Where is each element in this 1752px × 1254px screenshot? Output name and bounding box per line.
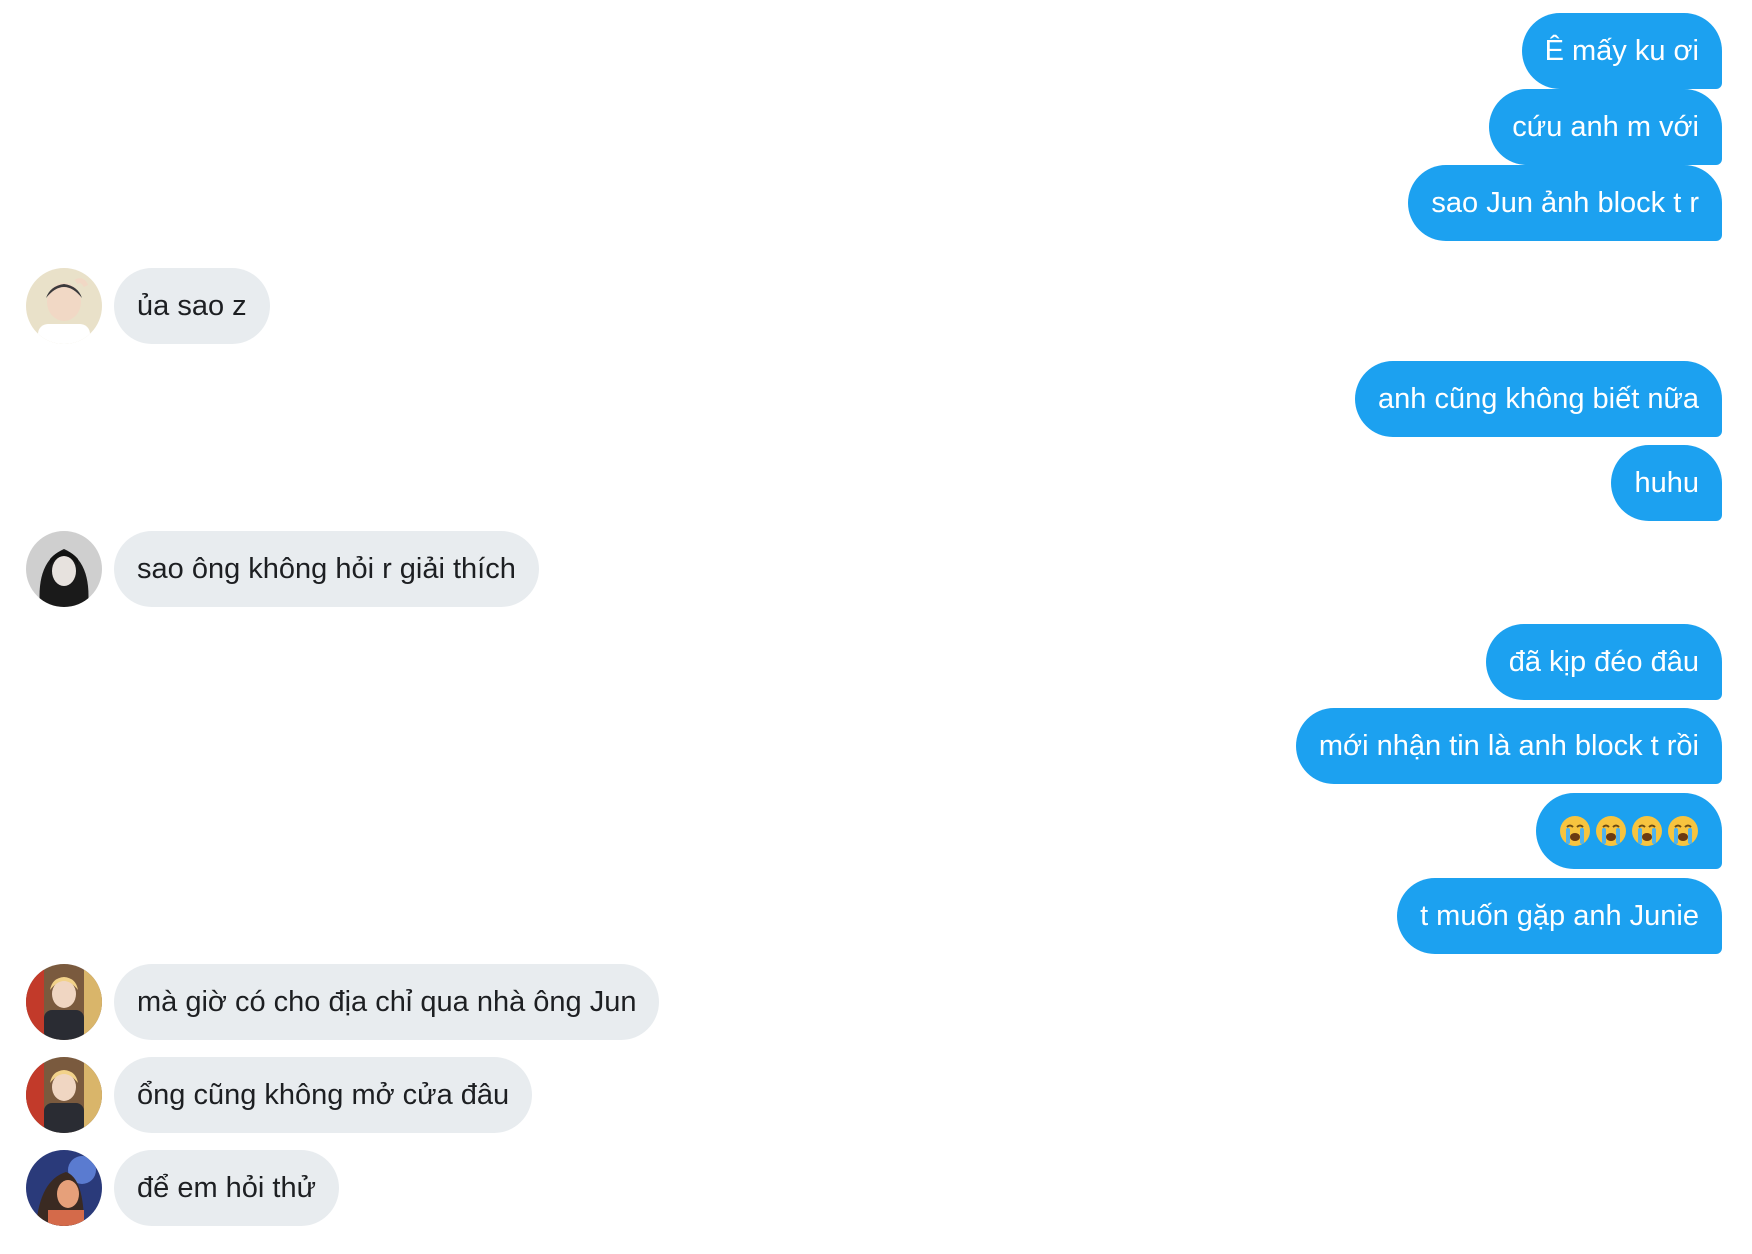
message-bubble: Ê mấy ku ơi bbox=[1521, 13, 1722, 89]
chat-thread: Ê mấy ku ơi cứu anh m với sao Jun ảnh bl… bbox=[0, 0, 1752, 1254]
outgoing-message[interactable]: 😭😭😭😭 bbox=[1536, 793, 1722, 869]
message-bubble: đã kịp đéo đâu bbox=[1485, 624, 1722, 700]
message-bubble: sao Jun ảnh block t r bbox=[1408, 165, 1722, 241]
message-bubble: t muốn gặp anh Junie bbox=[1397, 878, 1722, 954]
message-bubble: ổng cũng không mở cửa đâu bbox=[114, 1057, 533, 1133]
message-bubble: mới nhận tin là anh block t rồi bbox=[1295, 708, 1722, 784]
message-bubble: ủa sao z bbox=[114, 268, 270, 344]
outgoing-message[interactable]: cứu anh m với bbox=[1489, 89, 1722, 165]
loudly-crying-face-icon bbox=[1632, 816, 1662, 846]
incoming-message[interactable]: sao ông không hỏi r giải thích bbox=[26, 531, 539, 607]
outgoing-message[interactable]: huhu bbox=[1611, 445, 1722, 521]
avatar[interactable] bbox=[26, 964, 102, 1040]
incoming-message[interactable]: để em hỏi thử bbox=[26, 1150, 340, 1226]
avatar[interactable] bbox=[26, 1150, 102, 1226]
message-bubble: anh cũng không biết nữa bbox=[1355, 361, 1722, 437]
loudly-crying-face-icon bbox=[1668, 816, 1698, 846]
loudly-crying-face-icon bbox=[1596, 816, 1626, 846]
outgoing-message[interactable]: mới nhận tin là anh block t rồi bbox=[1295, 708, 1722, 784]
message-bubble: cứu anh m với bbox=[1489, 89, 1722, 165]
message-bubble: sao ông không hỏi r giải thích bbox=[114, 531, 539, 607]
incoming-message[interactable]: ủa sao z bbox=[26, 268, 270, 344]
avatar[interactable] bbox=[26, 531, 102, 607]
outgoing-message[interactable]: đã kịp đéo đâu bbox=[1485, 624, 1722, 700]
emoji-row bbox=[1559, 815, 1699, 847]
incoming-message[interactable]: mà giờ có cho địa chỉ qua nhà ông Jun bbox=[26, 964, 660, 1040]
message-bubble: để em hỏi thử bbox=[114, 1150, 340, 1226]
message-bubble: mà giờ có cho địa chỉ qua nhà ông Jun bbox=[114, 964, 660, 1040]
avatar[interactable] bbox=[26, 1057, 102, 1133]
outgoing-message[interactable]: Ê mấy ku ơi bbox=[1521, 13, 1722, 89]
outgoing-message[interactable]: sao Jun ảnh block t r bbox=[1408, 165, 1722, 241]
avatar[interactable] bbox=[26, 268, 102, 344]
outgoing-message[interactable]: t muốn gặp anh Junie bbox=[1397, 878, 1722, 954]
loudly-crying-face-icon bbox=[1560, 816, 1590, 846]
outgoing-message[interactable]: anh cũng không biết nữa bbox=[1355, 361, 1722, 437]
message-bubble: huhu bbox=[1611, 445, 1722, 521]
incoming-message[interactable]: ổng cũng không mở cửa đâu bbox=[26, 1057, 533, 1133]
message-bubble: 😭😭😭😭 bbox=[1536, 793, 1722, 869]
